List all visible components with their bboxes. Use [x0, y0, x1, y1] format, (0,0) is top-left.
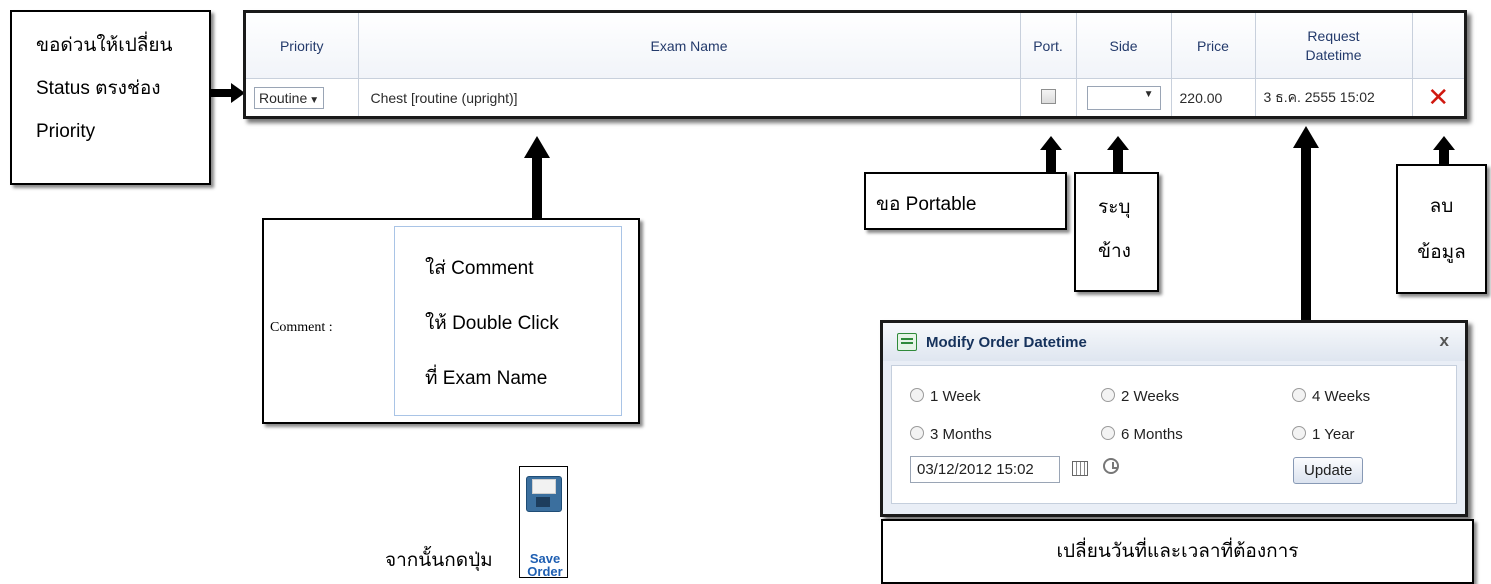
chevron-down-icon: ▼ — [309, 94, 320, 106]
side-select[interactable]: ▼ — [1086, 85, 1161, 110]
side-callout-line1: ระบุ — [1098, 197, 1131, 218]
delete-icon[interactable]: ✕ — [1427, 82, 1449, 112]
priority-callout: ขอด่วนให้เปลี่ยน Status ตรงช่อง Priority — [10, 10, 211, 185]
datetime-callout-text: เปลี่ยนวันที่และเวลาที่ต้องการ — [1056, 541, 1299, 562]
radio-icon — [1101, 426, 1115, 440]
comment-label: Comment : — [270, 320, 333, 335]
priority-select[interactable]: Routine ▼ — [254, 86, 325, 109]
header-side[interactable]: Side — [1076, 13, 1172, 79]
comment-help-line2: ให้ Double Click — [425, 313, 559, 334]
header-request-datetime-line2: Datetime — [1305, 46, 1362, 63]
arrow-up-icon — [523, 136, 551, 220]
request-datetime-cell[interactable]: 3 ธ.ค. 2555 15:02 — [1255, 78, 1413, 116]
chevron-down-icon: ▼ — [1143, 88, 1154, 100]
option-1-year[interactable]: 1 Year — [1292, 426, 1355, 443]
order-grid: Priority Exam Name Port. Side Price Requ… — [243, 10, 1467, 119]
option-1-week[interactable]: 1 Week — [910, 388, 981, 405]
option-4-weeks[interactable]: 4 Weeks — [1292, 388, 1370, 405]
comment-callout: Comment : ใส่ Comment ให้ Double Click ท… — [262, 218, 640, 424]
floppy-disk-icon — [526, 476, 562, 512]
arrow-up-icon — [1107, 136, 1129, 174]
delete-callout: ลบ ข้อมูล — [1396, 164, 1487, 294]
radio-icon — [910, 426, 924, 440]
clock-icon[interactable] — [1103, 458, 1119, 474]
side-callout-line2: ข้าง — [1098, 241, 1131, 262]
delete-callout-line1: ลบ — [1429, 196, 1454, 217]
priority-callout-line3: Priority — [36, 121, 96, 142]
option-label: 3 Months — [930, 426, 992, 443]
price-cell: 220.00 — [1171, 78, 1256, 116]
header-actions — [1412, 13, 1464, 79]
arrow-right-icon — [211, 83, 245, 103]
option-label: 1 Week — [930, 388, 981, 405]
portable-callout-text: ขอ Portable — [876, 194, 977, 215]
dialog-title: Modify Order Datetime — [926, 333, 1087, 351]
delete-callout-line2: ข้อมูล — [1417, 242, 1466, 263]
update-button[interactable]: Update — [1293, 457, 1364, 484]
arrow-up-icon — [1292, 126, 1320, 322]
comment-help-line1: ใส่ Comment — [425, 258, 534, 279]
save-order-button[interactable]: Save Order — [519, 466, 568, 578]
datetime-input[interactable]: 03/12/2012 15:02 — [910, 456, 1060, 483]
modify-datetime-dialog: Modify Order Datetime x 1 Week 2 Weeks 4… — [880, 320, 1468, 517]
side-callout: ระบุ ข้าง — [1074, 172, 1159, 292]
form-icon — [897, 333, 917, 351]
option-2-weeks[interactable]: 2 Weeks — [1101, 388, 1179, 405]
radio-icon — [1101, 388, 1115, 402]
arrow-up-icon — [1433, 136, 1455, 166]
priority-value: Routine — [259, 89, 308, 106]
option-6-months[interactable]: 6 Months — [1101, 426, 1183, 443]
exam-name-cell[interactable]: Chest [routine (upright)] — [358, 78, 1021, 116]
option-label: 6 Months — [1121, 426, 1183, 443]
radio-icon — [1292, 426, 1306, 440]
header-request-datetime[interactable]: Request Datetime — [1255, 13, 1413, 79]
header-request-datetime-line1: Request — [1307, 27, 1360, 44]
header-exam-name[interactable]: Exam Name — [358, 13, 1021, 79]
save-order-label: Save Order — [527, 551, 563, 579]
datetime-callout: เปลี่ยนวันที่และเวลาที่ต้องการ — [881, 519, 1474, 584]
arrow-up-icon — [1040, 136, 1062, 174]
save-instruction-text: จากนั้นกดปุ่ม — [385, 550, 493, 571]
dialog-body: 1 Week 2 Weeks 4 Weeks 3 Months 6 Months… — [891, 365, 1457, 504]
header-priority[interactable]: Priority — [246, 13, 359, 79]
radio-icon — [1292, 388, 1306, 402]
option-3-months[interactable]: 3 Months — [910, 426, 992, 443]
priority-callout-line2: Status ตรงช่อง — [36, 78, 161, 99]
priority-callout-line1: ขอด่วนให้เปลี่ยน — [36, 35, 173, 56]
radio-icon — [910, 388, 924, 402]
header-price[interactable]: Price — [1171, 13, 1256, 79]
close-icon[interactable]: x — [1440, 331, 1449, 351]
table-row[interactable]: Routine ▼ Chest [routine (upright)] ▼ 220… — [246, 78, 1464, 116]
portable-callout: ขอ Portable — [864, 172, 1067, 230]
comment-help-line3: ที่ Exam Name — [425, 368, 548, 389]
portable-checkbox[interactable] — [1040, 88, 1056, 104]
grid-header-row: Priority Exam Name Port. Side Price Requ… — [246, 13, 1464, 79]
header-port[interactable]: Port. — [1020, 13, 1077, 79]
option-label: 4 Weeks — [1312, 388, 1371, 405]
comment-help-box: ใส่ Comment ให้ Double Click ที่ Exam Na… — [394, 226, 622, 416]
dialog-titlebar[interactable]: Modify Order Datetime x — [883, 323, 1465, 361]
calendar-icon[interactable] — [1072, 461, 1088, 476]
option-label: 2 Weeks — [1121, 388, 1180, 405]
option-label: 1 Year — [1312, 426, 1355, 443]
